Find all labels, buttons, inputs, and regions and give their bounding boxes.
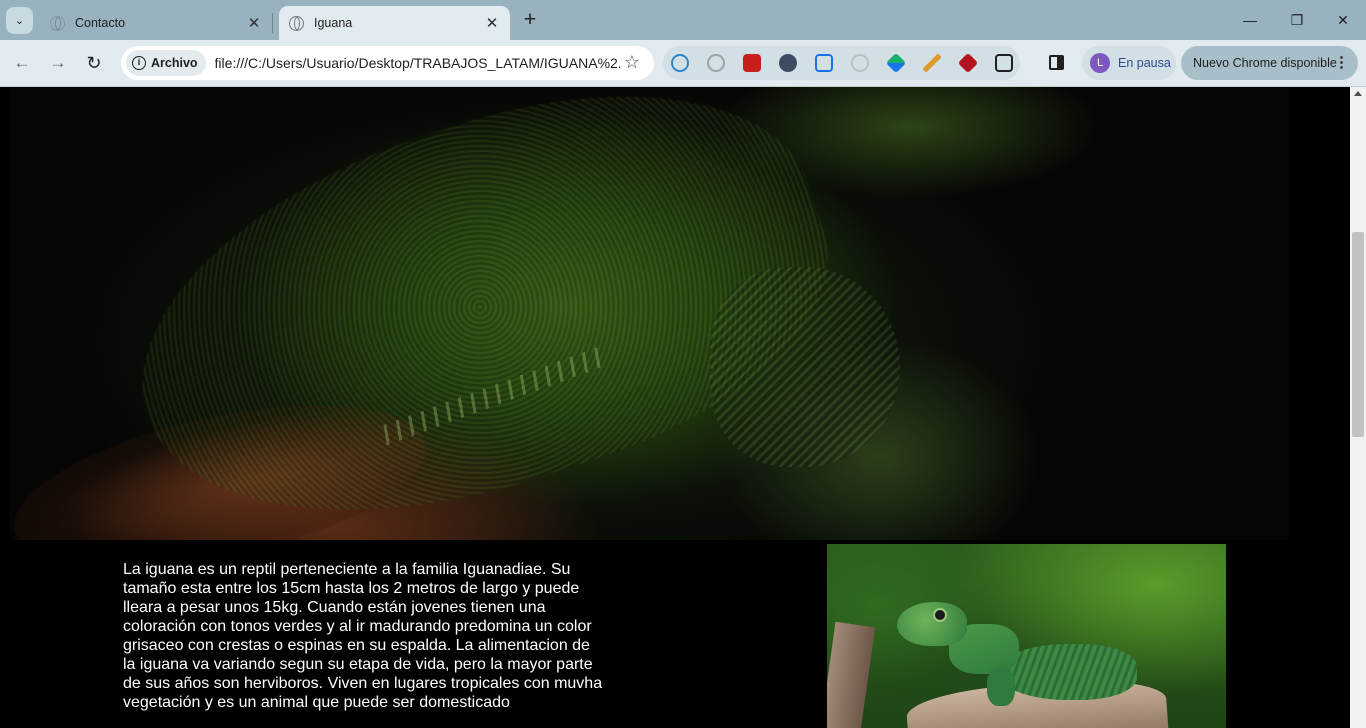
site-info-label: Archivo bbox=[151, 56, 198, 70]
globe-icon bbox=[289, 15, 304, 31]
iguana-eye bbox=[935, 610, 945, 620]
branch-shape bbox=[827, 621, 876, 728]
iguana-arm bbox=[987, 668, 1015, 706]
vertical-scrollbar[interactable] bbox=[1350, 87, 1366, 728]
close-tab-icon[interactable]: ✕ bbox=[246, 14, 262, 32]
restore-button[interactable]: ❐ bbox=[1274, 8, 1320, 32]
iguana-head bbox=[897, 602, 967, 646]
tab-contacto[interactable]: Contacto ✕ bbox=[40, 6, 272, 40]
close-tab-icon[interactable]: ✕ bbox=[484, 14, 500, 32]
forward-button[interactable]: → bbox=[46, 51, 70, 75]
new-tab-button[interactable]: + bbox=[519, 8, 541, 32]
tab-title: Iguana bbox=[314, 16, 353, 30]
extensions-group bbox=[663, 46, 1020, 80]
puzzle-extension-icon[interactable] bbox=[995, 54, 1013, 72]
iguana-leg-shape bbox=[710, 267, 900, 467]
arrow-extension-icon[interactable] bbox=[885, 52, 907, 74]
reload-button[interactable]: ↻ bbox=[82, 51, 106, 75]
record-extension-icon[interactable] bbox=[707, 54, 725, 72]
bookmark-star-icon[interactable]: ☆ bbox=[624, 52, 640, 73]
scroll-up-arrow-icon[interactable] bbox=[1354, 91, 1362, 96]
hero-iguana-image bbox=[10, 87, 1289, 540]
menu-icon[interactable]: ⋮ bbox=[1334, 53, 1349, 71]
iguana-description: La iguana es un reptil perteneciente a l… bbox=[123, 561, 603, 711]
clipboard-extension-icon[interactable] bbox=[815, 54, 833, 72]
avatar: L bbox=[1090, 53, 1110, 73]
profile-status: En pausa bbox=[1118, 56, 1171, 70]
profile-button[interactable]: L En pausa bbox=[1082, 46, 1176, 80]
page-viewport: La iguana es un reptil perteneciente a l… bbox=[0, 87, 1350, 728]
globe-icon bbox=[50, 15, 65, 31]
back-button[interactable]: ← bbox=[10, 51, 34, 75]
magnifier-extension-icon[interactable] bbox=[671, 54, 689, 72]
close-window-button[interactable]: ✕ bbox=[1320, 8, 1366, 32]
update-label: Nuevo Chrome disponible bbox=[1193, 56, 1337, 70]
tab-search-button[interactable]: ⌄ bbox=[6, 7, 33, 34]
tab-title: Contacto bbox=[75, 16, 126, 30]
tab-strip: ⌄ Contacto ✕ Iguana ✕ + — ❐ ✕ bbox=[0, 0, 1366, 40]
minimize-button[interactable]: — bbox=[1227, 8, 1273, 32]
info-icon: i bbox=[132, 56, 146, 70]
tab-iguana[interactable]: Iguana ✕ bbox=[279, 6, 510, 40]
pdf-extension-icon[interactable] bbox=[743, 54, 761, 72]
diamond-extension-icon[interactable] bbox=[957, 52, 979, 74]
pickaxe-extension-icon[interactable] bbox=[923, 54, 941, 72]
tab-divider bbox=[272, 13, 273, 33]
update-chrome-button[interactable]: Nuevo Chrome disponible ⋮ bbox=[1181, 46, 1358, 80]
side-panel-icon[interactable] bbox=[1049, 55, 1064, 70]
address-bar[interactable]: i Archivo file:///C:/Users/Usuario/Deskt… bbox=[121, 46, 654, 80]
browser-toolbar: ← → ↻ i Archivo file:///C:/Users/Usuario… bbox=[0, 40, 1366, 87]
cursor-extension-icon[interactable] bbox=[779, 54, 797, 72]
link-extension-icon[interactable] bbox=[851, 54, 869, 72]
iguana-figure bbox=[897, 596, 1137, 706]
scrollbar-thumb[interactable] bbox=[1352, 232, 1364, 437]
url-text[interactable]: file:///C:/Users/Usuario/Desktop/TRABAJO… bbox=[215, 55, 620, 71]
iguana-photo bbox=[827, 544, 1226, 728]
site-info-chip[interactable]: i Archivo bbox=[126, 50, 206, 76]
